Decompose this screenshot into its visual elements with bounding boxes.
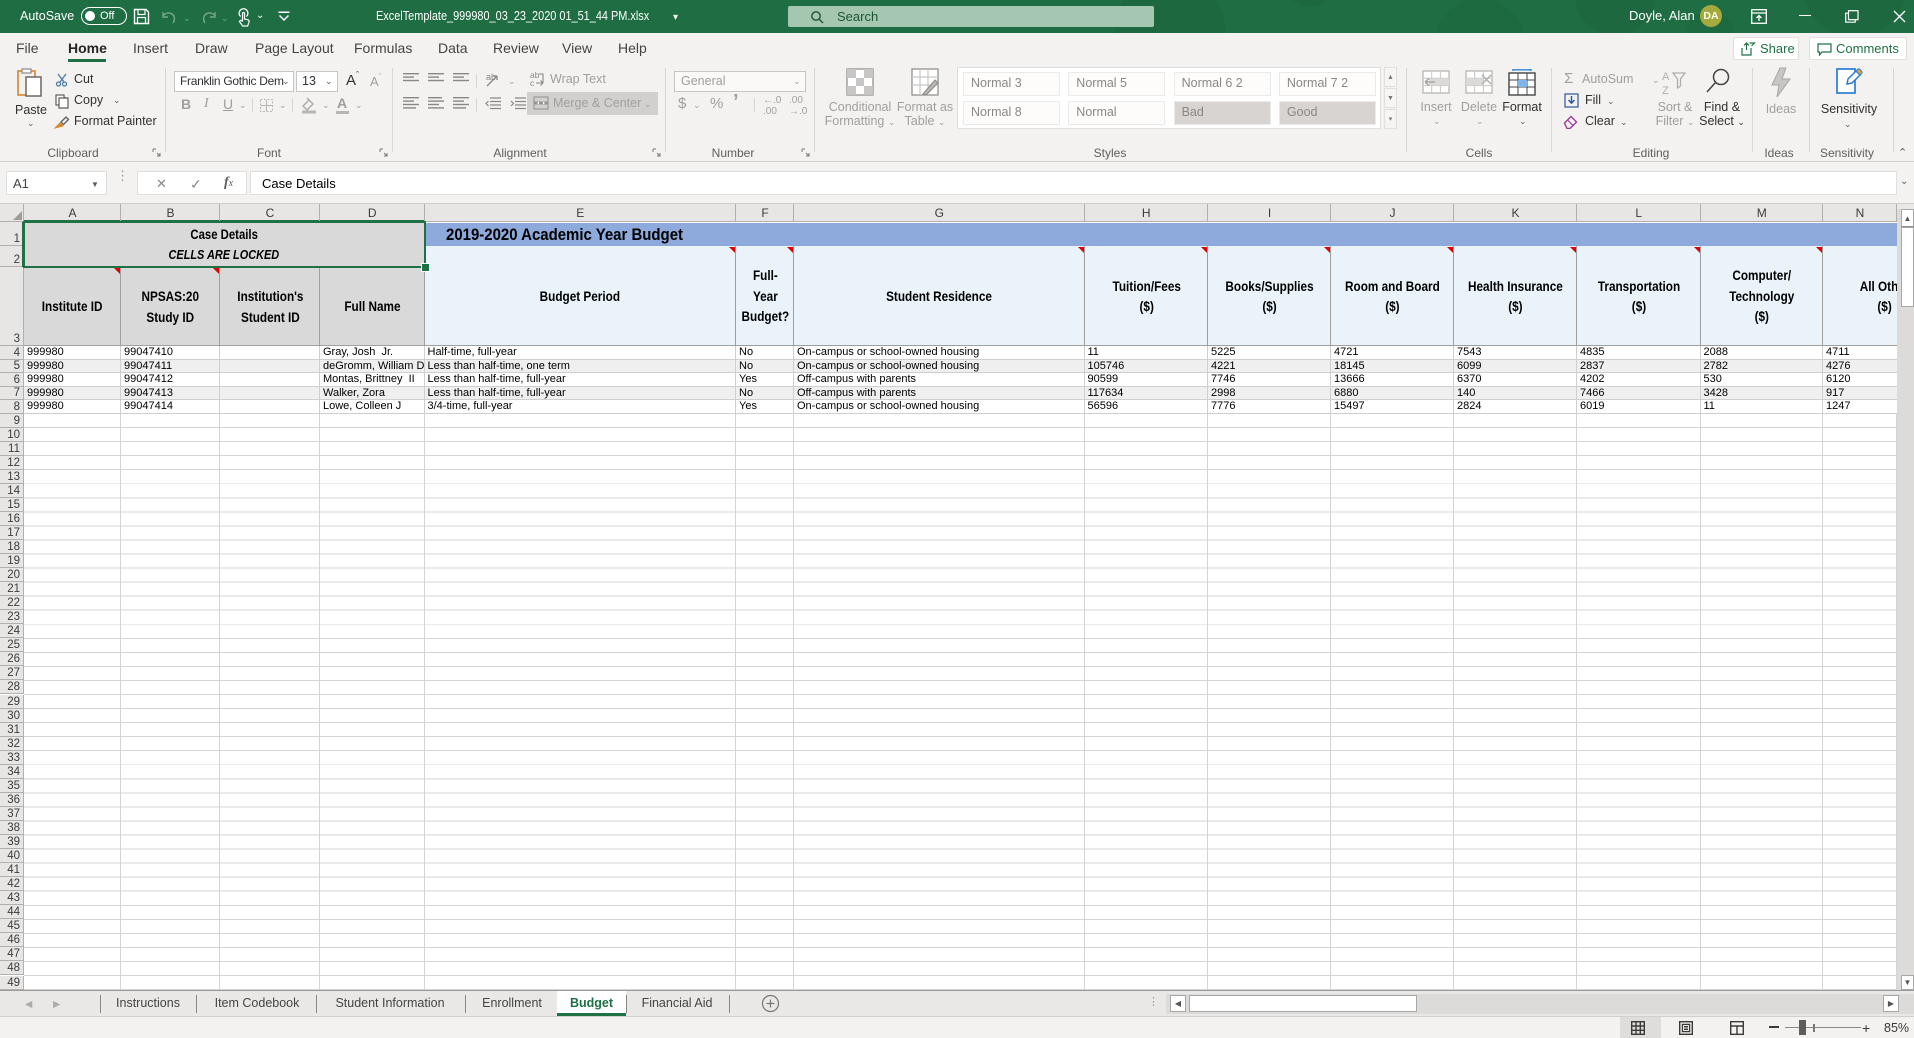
svg-text:ab: ab	[486, 72, 496, 82]
svg-text:Z: Z	[1662, 85, 1669, 97]
svg-text:A: A	[1662, 71, 1670, 83]
